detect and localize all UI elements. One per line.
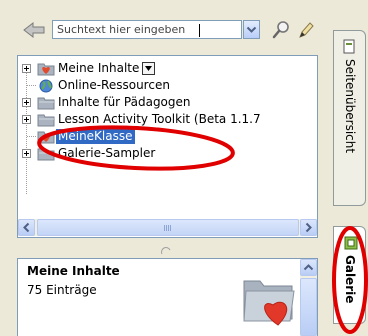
gallery-tree[interactable]: Meine Inhalte Online-Ressourcen Inhalte … [17, 55, 318, 238]
tree-item-galerie-sampler[interactable]: Galerie-Sampler [18, 145, 317, 162]
tab-label: Seitenübersicht [343, 59, 357, 154]
magnifier-icon [272, 21, 289, 39]
tree-item-label: Galerie-Sampler [58, 146, 156, 160]
folder-icon [37, 148, 55, 161]
grip-icon [164, 225, 172, 231]
tree-item-meine-inhalte[interactable]: Meine Inhalte [18, 60, 317, 77]
tree-connector-line [27, 136, 36, 137]
expand-icon[interactable] [22, 149, 31, 158]
gallery-icon [344, 236, 358, 250]
back-button[interactable] [22, 20, 46, 40]
horizontal-scrollbar[interactable] [18, 219, 317, 236]
vertical-scrollbar[interactable] [300, 259, 317, 336]
tab-galerie[interactable]: Galerie [333, 226, 366, 324]
edit-button[interactable] [297, 20, 315, 40]
back-arrow-icon [23, 21, 45, 39]
scroll-thumb[interactable] [300, 278, 317, 336]
panel-splitter[interactable] [17, 242, 318, 255]
tree-item-label: Online-Ressourcen [58, 78, 170, 92]
folder-heart-icon [243, 280, 295, 326]
expand-icon[interactable] [22, 115, 31, 124]
tree-item-label: MeineKlasse [56, 129, 135, 144]
chevron-down-icon [246, 26, 257, 33]
scroll-up-button[interactable] [300, 259, 317, 276]
folder-icon [37, 97, 55, 110]
tree-item-label: Lesson Activity Toolkit (Beta 1.1.7 [58, 112, 261, 126]
tree-item-inhalte-fuer-paedagogen[interactable]: Inhalte für Pädagogen [18, 94, 317, 111]
scroll-thumb[interactable] [37, 219, 299, 236]
search-input-value: Suchtext hier eingeben [57, 23, 186, 36]
info-title: Meine Inhalte [27, 264, 120, 278]
tree-item-online-ressourcen[interactable]: Online-Ressourcen [18, 77, 317, 94]
splitter-grip-icon [161, 247, 171, 255]
tree-item-label: Inhalte für Pädagogen [58, 95, 191, 109]
tab-seitenuebersicht[interactable]: Seitenübersicht [333, 30, 366, 206]
tree-connector-line [27, 85, 36, 86]
info-item-count: 75 Einträge [27, 283, 97, 297]
globe-icon [39, 79, 53, 93]
page-sorter-icon [343, 39, 355, 54]
expand-icon[interactable] [22, 98, 31, 107]
tree-item-meineklasse[interactable]: MeineKlasse [18, 128, 317, 145]
scroll-left-button[interactable] [18, 219, 35, 236]
tab-label: Galerie [343, 255, 357, 304]
search-input[interactable]: Suchtext hier eingeben [52, 20, 242, 39]
arrow-up-icon [303, 264, 314, 271]
tree-item-lesson-activity-toolkit[interactable]: Lesson Activity Toolkit (Beta 1.1.7 [18, 111, 317, 128]
scroll-right-button[interactable] [300, 219, 317, 236]
arrow-left-icon [23, 222, 30, 233]
expand-icon[interactable] [22, 64, 31, 73]
arrow-right-icon [305, 222, 312, 233]
dropdown-button[interactable] [142, 62, 155, 75]
search-dropdown-button[interactable] [243, 20, 260, 39]
pencil-icon [299, 22, 314, 38]
folder-heart-icon [37, 131, 55, 144]
folder-heart-icon [37, 63, 55, 76]
caret-down-icon [145, 66, 152, 71]
text-cursor [199, 24, 200, 37]
item-info-panel: Meine Inhalte 75 Einträge [17, 258, 318, 336]
tree-item-label: Meine Inhalte [58, 61, 140, 75]
search-button[interactable] [272, 20, 290, 40]
folder-icon [37, 114, 55, 127]
